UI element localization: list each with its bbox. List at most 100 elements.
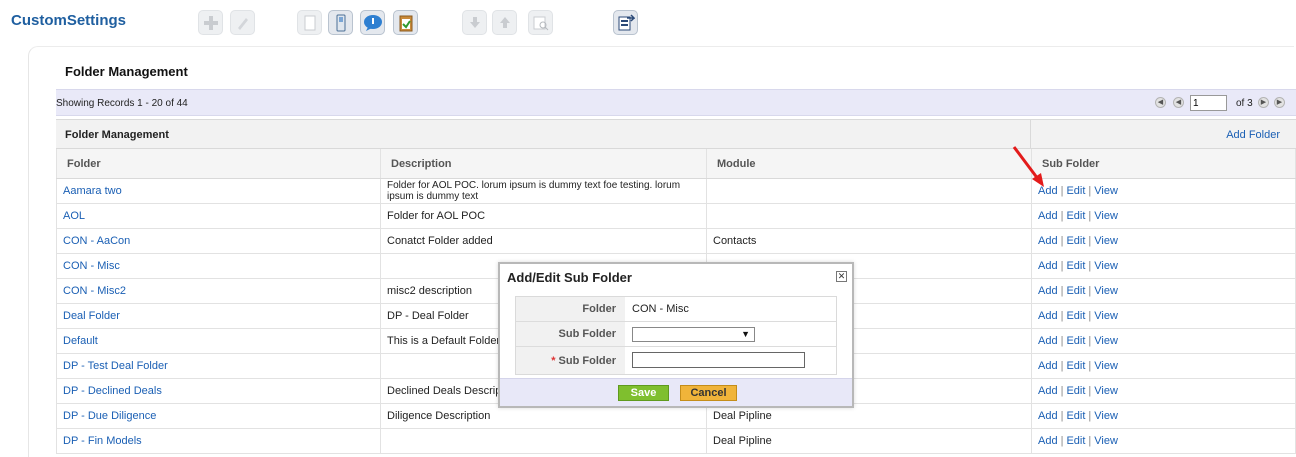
module-cell [706, 204, 1031, 228]
prev-page-button[interactable]: ◀ [1173, 97, 1184, 108]
view-subfolder-link[interactable]: View [1094, 285, 1118, 297]
blank-button[interactable] [297, 10, 322, 35]
edit-subfolder-link[interactable]: Edit [1066, 360, 1085, 372]
edit-subfolder-link[interactable]: Edit [1066, 260, 1085, 272]
column-header-description[interactable]: Description [380, 149, 706, 178]
edit-subfolder-link[interactable]: Edit [1066, 285, 1085, 297]
add-subfolder-link[interactable]: Add [1038, 210, 1058, 222]
add-subfolder-link[interactable]: Add [1038, 285, 1058, 297]
folder-link[interactable]: CON - AaCon [63, 235, 130, 247]
edit-subfolder-link[interactable]: Edit [1066, 235, 1085, 247]
view-subfolder-link[interactable]: View [1094, 210, 1118, 222]
cancel-button[interactable]: Cancel [680, 385, 737, 401]
module-text: Contacts [713, 235, 757, 247]
edit-subfolder-link[interactable]: Edit [1066, 335, 1085, 347]
edit-subfolder-link[interactable]: Edit [1066, 435, 1085, 447]
next-page-button[interactable]: ▶ [1258, 97, 1269, 108]
folder-link[interactable]: DP - Due Diligence [63, 410, 156, 422]
edit-subfolder-link[interactable]: Edit [1066, 210, 1085, 222]
export-button[interactable] [613, 10, 638, 35]
prev-page-icon: ◀ [1175, 99, 1182, 106]
first-page-icon: ◀ [1157, 99, 1164, 106]
folder-link[interactable]: CON - Misc [63, 260, 120, 272]
column-header-folder[interactable]: Folder [56, 149, 380, 178]
view-subfolder-link[interactable]: View [1094, 260, 1118, 272]
description-text: Folder for AOL POC. lorum ipsum is dummy… [387, 180, 681, 202]
separator: | [1060, 210, 1064, 222]
table-row: DP - Fin Models Deal Pipline Add | Edit | View [56, 429, 1296, 454]
description-cell: Folder for AOL POC. lorum ipsum is dummy… [380, 179, 706, 203]
dialog-title: Add/Edit Sub Folder [507, 270, 632, 285]
view-subfolder-link[interactable]: View [1094, 185, 1118, 197]
separator: | [1088, 335, 1092, 347]
view-subfolder-link[interactable]: View [1094, 435, 1118, 447]
required-mark: * [551, 354, 556, 367]
column-header-subfolder[interactable]: Sub Folder [1031, 149, 1296, 178]
dialog-footer: Save Cancel [500, 378, 852, 406]
move-up-button[interactable] [492, 10, 517, 35]
next-page-icon: ▶ [1260, 99, 1267, 106]
add-subfolder-link[interactable]: Add [1038, 410, 1058, 422]
description-text: Diligence Description [387, 410, 491, 422]
add-subfolder-link[interactable]: Add [1038, 385, 1058, 397]
folder-link[interactable]: Aamara two [63, 185, 122, 197]
view-subfolder-link[interactable]: View [1094, 335, 1118, 347]
folder-link[interactable]: Default [63, 335, 98, 347]
view-subfolder-link[interactable]: View [1094, 385, 1118, 397]
add-subfolder-link[interactable]: Add [1038, 360, 1058, 372]
clipboard-icon [398, 14, 414, 32]
column-header-module[interactable]: Module [706, 149, 1031, 178]
add-subfolder-link[interactable]: Add [1038, 335, 1058, 347]
edit-button[interactable] [230, 10, 255, 35]
view-subfolder-link[interactable]: View [1094, 410, 1118, 422]
folder-link[interactable]: DP - Fin Models [63, 435, 142, 447]
save-button[interactable]: Save [618, 385, 669, 401]
separator: | [1088, 410, 1092, 422]
last-page-button[interactable]: ▶ [1274, 97, 1285, 108]
separator: | [1088, 385, 1092, 397]
chat-button[interactable] [360, 10, 385, 35]
folder-link[interactable]: DP - Declined Deals [63, 385, 162, 397]
folder-cell: DP - Fin Models [56, 429, 380, 453]
view-subfolder-link[interactable]: View [1094, 235, 1118, 247]
subfolder-input-label-cell: * Sub Folder [516, 347, 625, 374]
close-button[interactable]: ✕ [836, 271, 847, 282]
view-subfolder-link[interactable]: View [1094, 360, 1118, 372]
move-down-button[interactable] [462, 10, 487, 35]
folder-link[interactable]: CON - Misc2 [63, 285, 126, 297]
separator: | [1060, 285, 1064, 297]
edit-subfolder-link[interactable]: Edit [1066, 185, 1085, 197]
add-folder-link[interactable]: Add Folder [1226, 129, 1280, 141]
add-subfolder-link[interactable]: Add [1038, 235, 1058, 247]
phone-button[interactable] [328, 10, 353, 35]
table-title: Folder Management [65, 129, 169, 141]
first-page-button[interactable]: ◀ [1155, 97, 1166, 108]
subfolder-actions: Add | Edit | View [1031, 379, 1296, 403]
table-header: Folder Description Module Sub Folder [56, 149, 1296, 179]
subfolder-actions: Add | Edit | View [1031, 329, 1296, 353]
folder-link[interactable]: AOL [63, 210, 85, 222]
module-text: Deal Pipline [713, 435, 772, 447]
add-button[interactable] [198, 10, 223, 35]
subfolder-actions: Add | Edit | View [1031, 254, 1296, 278]
page-number-input[interactable] [1190, 95, 1227, 111]
edit-subfolder-link[interactable]: Edit [1066, 385, 1085, 397]
folder-link[interactable]: DP - Test Deal Folder [63, 360, 168, 372]
search-list-button[interactable] [528, 10, 553, 35]
subfolder-name-input[interactable] [632, 352, 805, 368]
folder-link[interactable]: Deal Folder [63, 310, 120, 322]
add-subfolder-link[interactable]: Add [1038, 185, 1058, 197]
description-cell: Conatct Folder added [380, 229, 706, 253]
subfolder-actions: Add | Edit | View [1031, 179, 1296, 203]
subfolder-select[interactable]: ▼ [632, 327, 755, 342]
add-subfolder-link[interactable]: Add [1038, 310, 1058, 322]
separator: | [1060, 360, 1064, 372]
edit-subfolder-link[interactable]: Edit [1066, 410, 1085, 422]
edit-subfolder-link[interactable]: Edit [1066, 310, 1085, 322]
add-subfolder-link[interactable]: Add [1038, 435, 1058, 447]
form-row-subfolder-input: * Sub Folder [516, 347, 836, 374]
add-subfolder-link[interactable]: Add [1038, 260, 1058, 272]
clipboard-button[interactable] [393, 10, 418, 35]
view-subfolder-link[interactable]: View [1094, 310, 1118, 322]
folder-cell: Default [56, 329, 380, 353]
